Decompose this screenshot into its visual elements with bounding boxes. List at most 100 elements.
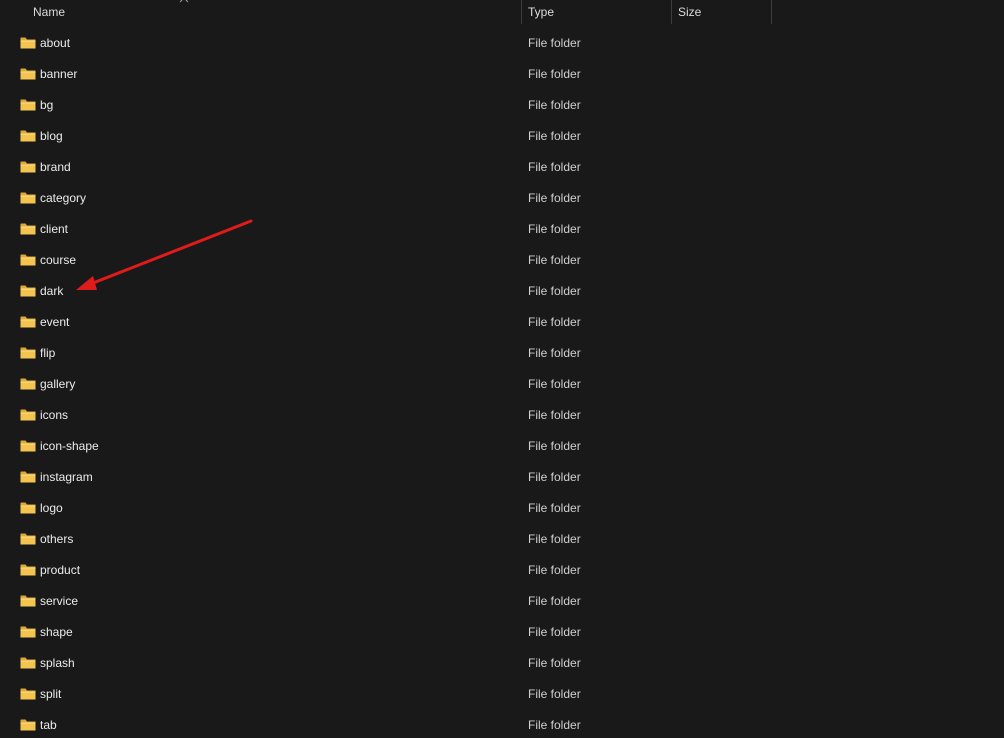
file-type: File folder (528, 67, 581, 81)
file-row[interactable]: splash File folder (0, 648, 1004, 679)
folder-icon (20, 688, 36, 700)
file-name[interactable]: category (40, 183, 86, 214)
file-name[interactable]: event (40, 307, 69, 338)
file-name[interactable]: logo (40, 493, 63, 524)
file-type: File folder (528, 346, 581, 360)
file-type: File folder (528, 656, 581, 670)
file-row[interactable]: shape File folder (0, 617, 1004, 648)
folder-icon (20, 68, 36, 80)
file-row[interactable]: flip File folder (0, 338, 1004, 369)
file-type: File folder (528, 718, 581, 732)
file-name[interactable]: split (40, 679, 61, 710)
folder-icon (20, 285, 36, 297)
file-type: File folder (528, 687, 581, 701)
folder-icon (20, 626, 36, 638)
folder-icon (20, 347, 36, 359)
folder-icon (20, 409, 36, 421)
file-row[interactable]: logo File folder (0, 493, 1004, 524)
file-type: File folder (528, 532, 581, 546)
file-name[interactable]: brand (40, 152, 71, 183)
chevron-up-icon (179, 0, 189, 3)
file-name[interactable]: product (40, 555, 80, 586)
file-type: File folder (528, 129, 581, 143)
file-type: File folder (528, 501, 581, 515)
file-type: File folder (528, 191, 581, 205)
file-explorer-details-view: Name Type Size about File folder banner Fil… (0, 0, 1004, 738)
file-name[interactable]: icons (40, 400, 68, 431)
column-header-name[interactable]: Name (0, 0, 522, 24)
file-list: about File folder banner File folder bg File … (0, 28, 1004, 738)
file-row[interactable]: blog File folder (0, 121, 1004, 152)
file-type: File folder (528, 36, 581, 50)
file-row[interactable]: about File folder (0, 28, 1004, 59)
file-row[interactable]: tab File folder (0, 710, 1004, 738)
file-name[interactable]: tab (40, 710, 57, 738)
folder-icon (20, 223, 36, 235)
file-name[interactable]: dark (40, 276, 63, 307)
file-name[interactable]: blog (40, 121, 63, 152)
folder-icon (20, 192, 36, 204)
folder-icon (20, 440, 36, 452)
file-type: File folder (528, 160, 581, 174)
file-name[interactable]: bg (40, 90, 53, 121)
file-row[interactable]: others File folder (0, 524, 1004, 555)
file-row[interactable]: client File folder (0, 214, 1004, 245)
file-type: File folder (528, 284, 581, 298)
file-name[interactable]: others (40, 524, 73, 555)
file-type: File folder (528, 315, 581, 329)
folder-icon (20, 564, 36, 576)
file-name[interactable]: course (40, 245, 76, 276)
file-row[interactable]: service File folder (0, 586, 1004, 617)
file-type: File folder (528, 253, 581, 267)
column-header-size[interactable]: Size (672, 0, 772, 24)
folder-icon (20, 99, 36, 111)
file-type: File folder (528, 222, 581, 236)
file-row[interactable]: instagram File folder (0, 462, 1004, 493)
file-type: File folder (528, 408, 581, 422)
file-row[interactable]: dark File folder (0, 276, 1004, 307)
file-row[interactable]: gallery File folder (0, 369, 1004, 400)
file-row[interactable]: icons File folder (0, 400, 1004, 431)
file-row[interactable]: course File folder (0, 245, 1004, 276)
folder-icon (20, 161, 36, 173)
file-name[interactable]: instagram (40, 462, 93, 493)
folder-icon (20, 37, 36, 49)
file-type: File folder (528, 439, 581, 453)
folder-icon (20, 316, 36, 328)
file-type: File folder (528, 377, 581, 391)
column-header-bar: Name Type Size (0, 0, 1004, 24)
file-row[interactable]: split File folder (0, 679, 1004, 710)
folder-icon (20, 719, 36, 731)
file-name[interactable]: shape (40, 617, 73, 648)
file-type: File folder (528, 563, 581, 577)
folder-icon (20, 595, 36, 607)
folder-icon (20, 378, 36, 390)
file-name[interactable]: banner (40, 59, 77, 90)
folder-icon (20, 533, 36, 545)
folder-icon (20, 657, 36, 669)
file-row[interactable]: icon-shape File folder (0, 431, 1004, 462)
file-name[interactable]: icon-shape (40, 431, 99, 462)
file-name[interactable]: about (40, 28, 70, 59)
file-name[interactable]: client (40, 214, 68, 245)
file-type: File folder (528, 594, 581, 608)
folder-icon (20, 254, 36, 266)
file-row[interactable]: brand File folder (0, 152, 1004, 183)
file-name[interactable]: splash (40, 648, 75, 679)
column-divider[interactable] (771, 0, 772, 24)
file-row[interactable]: event File folder (0, 307, 1004, 338)
file-name[interactable]: flip (40, 338, 55, 369)
file-type: File folder (528, 98, 581, 112)
folder-icon (20, 130, 36, 142)
file-row[interactable]: product File folder (0, 555, 1004, 586)
file-type: File folder (528, 625, 581, 639)
file-type: File folder (528, 470, 581, 484)
file-name[interactable]: service (40, 586, 78, 617)
folder-icon (20, 502, 36, 514)
column-header-type[interactable]: Type (522, 0, 672, 24)
file-row[interactable]: category File folder (0, 183, 1004, 214)
file-name[interactable]: gallery (40, 369, 75, 400)
file-row[interactable]: banner File folder (0, 59, 1004, 90)
file-row[interactable]: bg File folder (0, 90, 1004, 121)
folder-icon (20, 471, 36, 483)
